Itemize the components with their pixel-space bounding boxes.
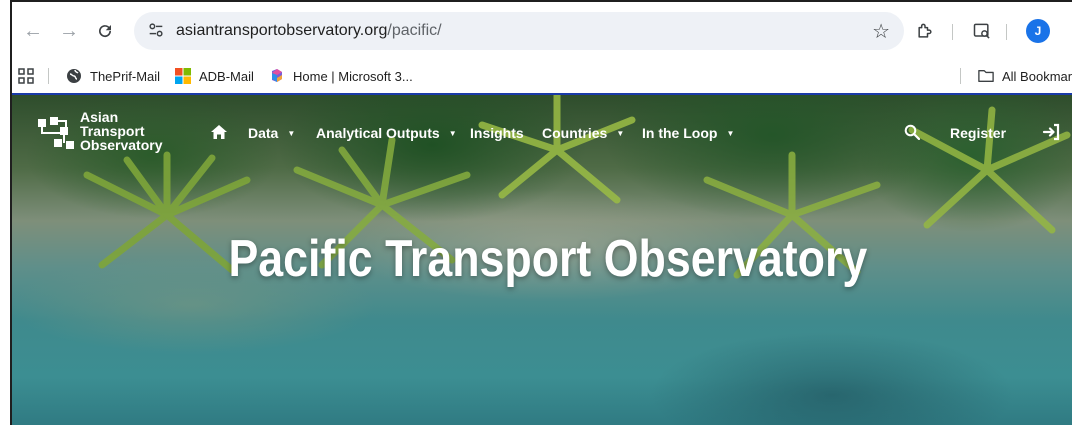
bookmark-home-microsoft[interactable]: Home | Microsoft 3... bbox=[269, 66, 413, 86]
hero-banner: Asian Transport Observatory Data ▼ Analyt… bbox=[12, 93, 1072, 425]
nav-in-the-loop[interactable]: In the Loop ▼ bbox=[642, 125, 734, 141]
site-info-icon[interactable] bbox=[146, 21, 166, 41]
nav-label: Data bbox=[248, 125, 279, 141]
extensions-icon[interactable] bbox=[912, 18, 938, 44]
register-link[interactable]: Register bbox=[950, 125, 1006, 141]
nav-label: Insights bbox=[470, 125, 524, 141]
logo-mark-icon bbox=[38, 117, 74, 149]
toolbar-divider bbox=[1006, 24, 1007, 40]
logo-line: Transport bbox=[80, 123, 145, 139]
bookmark-label: ADB-Mail bbox=[199, 68, 254, 84]
browser-window: ← → asiantransportobservatory.org/pacifi… bbox=[10, 0, 1072, 425]
toolbar-divider bbox=[952, 24, 953, 40]
nav-analytical-outputs[interactable]: Analytical Outputs ▼ bbox=[316, 125, 457, 141]
site-header: Asian Transport Observatory Data ▼ Analyt… bbox=[12, 109, 1072, 152]
bookmark-label: Home | Microsoft 3... bbox=[293, 68, 413, 84]
nav-data[interactable]: Data ▼ bbox=[248, 125, 295, 141]
site-logo[interactable]: Asian Transport Observatory bbox=[36, 110, 186, 155]
microsoft-icon bbox=[175, 68, 191, 84]
reload-icon[interactable] bbox=[92, 18, 118, 44]
caret-down-icon: ▼ bbox=[726, 128, 735, 138]
search-icon[interactable] bbox=[904, 124, 920, 140]
bookmarks-bar: ThePrif-Mail ADB-Mail Home | Microsoft 3… bbox=[12, 60, 1072, 92]
globe-icon bbox=[66, 68, 82, 84]
forward-icon[interactable]: → bbox=[56, 18, 82, 44]
page-title: Pacific Transport Observatory bbox=[228, 230, 868, 288]
bookmark-adb-mail[interactable]: ADB-Mail bbox=[175, 66, 254, 86]
profile-avatar[interactable]: J bbox=[1026, 19, 1050, 43]
browser-toolbar: ← → asiantransportobservatory.org/pacifi… bbox=[12, 2, 1072, 60]
nav-label: Analytical Outputs bbox=[316, 125, 440, 141]
back-icon[interactable]: ← bbox=[20, 18, 46, 44]
url-text[interactable]: asiantransportobservatory.org/pacific/ bbox=[176, 22, 442, 40]
home-icon[interactable] bbox=[210, 124, 228, 140]
address-bar[interactable]: asiantransportobservatory.org/pacific/ ☆ bbox=[134, 12, 904, 50]
caret-down-icon: ▼ bbox=[287, 128, 296, 138]
m365-icon bbox=[269, 68, 285, 84]
bookmark-label: ThePrif-Mail bbox=[90, 68, 161, 84]
folder-icon bbox=[978, 68, 994, 84]
tab-search-icon[interactable] bbox=[969, 18, 995, 44]
nav-countries[interactable]: Countries ▼ bbox=[542, 125, 624, 141]
url-host: asiantransportobservatory.org bbox=[176, 22, 388, 39]
caret-down-icon: ▼ bbox=[616, 128, 625, 138]
star-icon[interactable]: ☆ bbox=[872, 19, 890, 44]
bookmarks-divider bbox=[960, 68, 961, 84]
nav-insights[interactable]: Insights bbox=[470, 125, 524, 141]
bookmark-theprif-mail[interactable]: ThePrif-Mail bbox=[66, 66, 160, 86]
nav-label: In the Loop bbox=[642, 125, 718, 141]
all-bookmarks-button[interactable]: All Bookmar bbox=[978, 66, 1072, 86]
login-icon[interactable] bbox=[1042, 123, 1060, 141]
nav-label: Countries bbox=[542, 125, 608, 141]
bookmark-label: All Bookmar bbox=[1002, 68, 1072, 84]
logo-line: Asian bbox=[80, 109, 119, 125]
logo-text: Asian Transport Observatory bbox=[80, 110, 162, 152]
bookmarks-divider bbox=[48, 68, 49, 84]
caret-down-icon: ▼ bbox=[448, 128, 457, 138]
apps-icon[interactable] bbox=[18, 66, 34, 86]
url-path: /pacific/ bbox=[387, 22, 442, 39]
logo-line: Observatory bbox=[80, 137, 163, 153]
